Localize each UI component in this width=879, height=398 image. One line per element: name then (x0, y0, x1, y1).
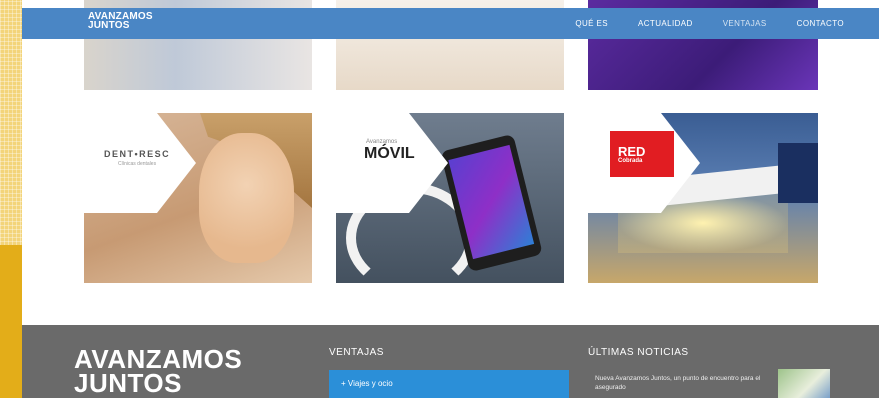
ventajas-accordion-item[interactable]: + Viajes y ocio (329, 370, 569, 398)
card-movil[interactable]: Avanzamos MÓVIL (336, 113, 564, 283)
card-dentresc[interactable]: DENT•RESC Clínicas dentales (84, 113, 312, 283)
ventajas-heading: VENTAJAS (329, 347, 384, 358)
footer-logo[interactable]: AVANZAMOS JUNTOS (74, 346, 242, 398)
red-logo: RED Cobrada (610, 131, 674, 177)
red-logo-line2: Cobrada (618, 157, 643, 164)
header-logo[interactable]: AVANZAMOS JUNTOS (88, 12, 153, 31)
station-sign (778, 143, 818, 203)
smiling-woman-image (199, 133, 294, 263)
nav-que-es[interactable]: QUÉ ES (575, 19, 608, 28)
nav-actualidad[interactable]: ACTUALIDAD (638, 19, 693, 28)
movil-logo: MÓVIL (364, 145, 415, 162)
header-logo-line2: JUNTOS (88, 20, 130, 31)
red-logo-line1: RED (618, 143, 646, 159)
page: AVANZAMOS JUNTOS QUÉ ES ACTUALIDAD VENTA… (22, 0, 879, 398)
footer-logo-line2: JUNTOS (74, 368, 182, 398)
top-nav-bar: AVANZAMOS JUNTOS QUÉ ES ACTUALIDAD VENTA… (22, 8, 879, 39)
footer: AVANZAMOS JUNTOS VENTAJAS + Viajes y oci… (22, 325, 879, 398)
nav-contacto[interactable]: CONTACTO (797, 19, 844, 28)
main-nav: QUÉ ES ACTUALIDAD VENTAJAS CONTACTO (575, 8, 844, 39)
news-item-text[interactable]: Nueva Avanzamos Juntos, un punto de encu… (595, 374, 775, 392)
news-thumbnail[interactable] (778, 369, 830, 398)
dentresc-subtitle: Clínicas dentales (118, 161, 157, 167)
dentresc-logo: DENT•RESC (104, 149, 171, 159)
card-red-cobrada[interactable]: RED Cobrada (588, 113, 818, 283)
news-heading: ÚLTIMAS NOTICIAS (588, 347, 689, 358)
yellow-border-block (0, 245, 22, 398)
nav-ventajas[interactable]: VENTAJAS (723, 19, 767, 28)
